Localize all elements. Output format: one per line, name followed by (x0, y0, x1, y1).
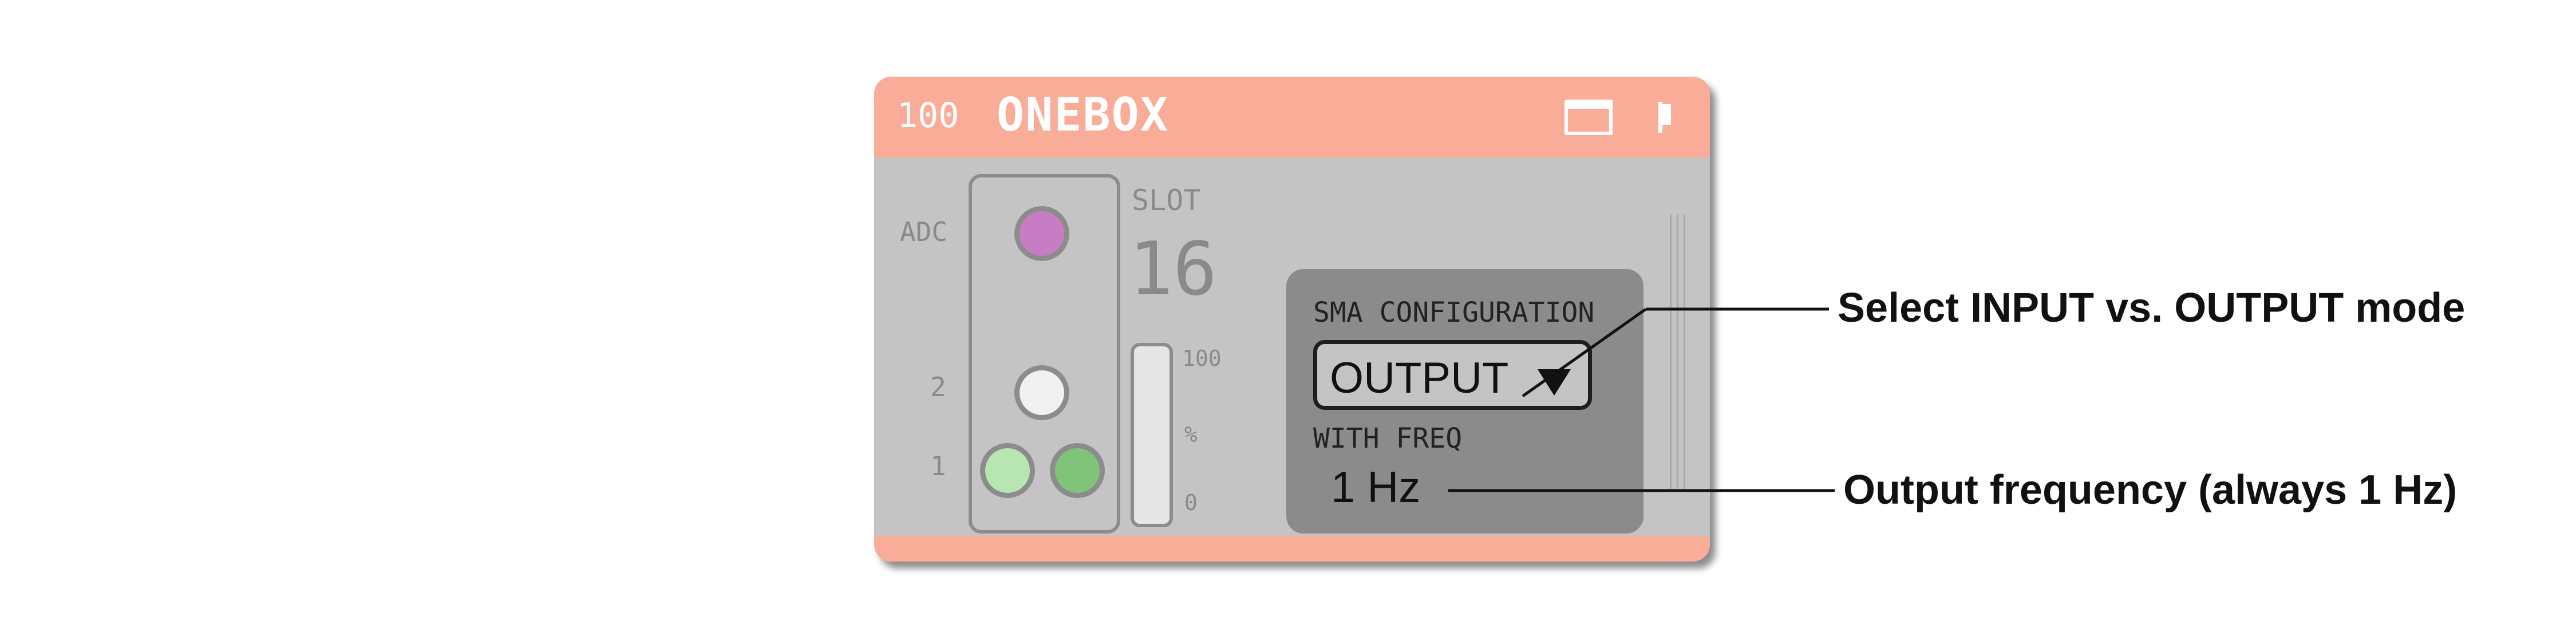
mode-leader-line (1522, 307, 1647, 398)
frequency-annotation: Output frequency (always 1 Hz) (1843, 467, 2458, 513)
mode-annotation: Select INPUT vs. OUTPUT mode (1838, 285, 2466, 331)
